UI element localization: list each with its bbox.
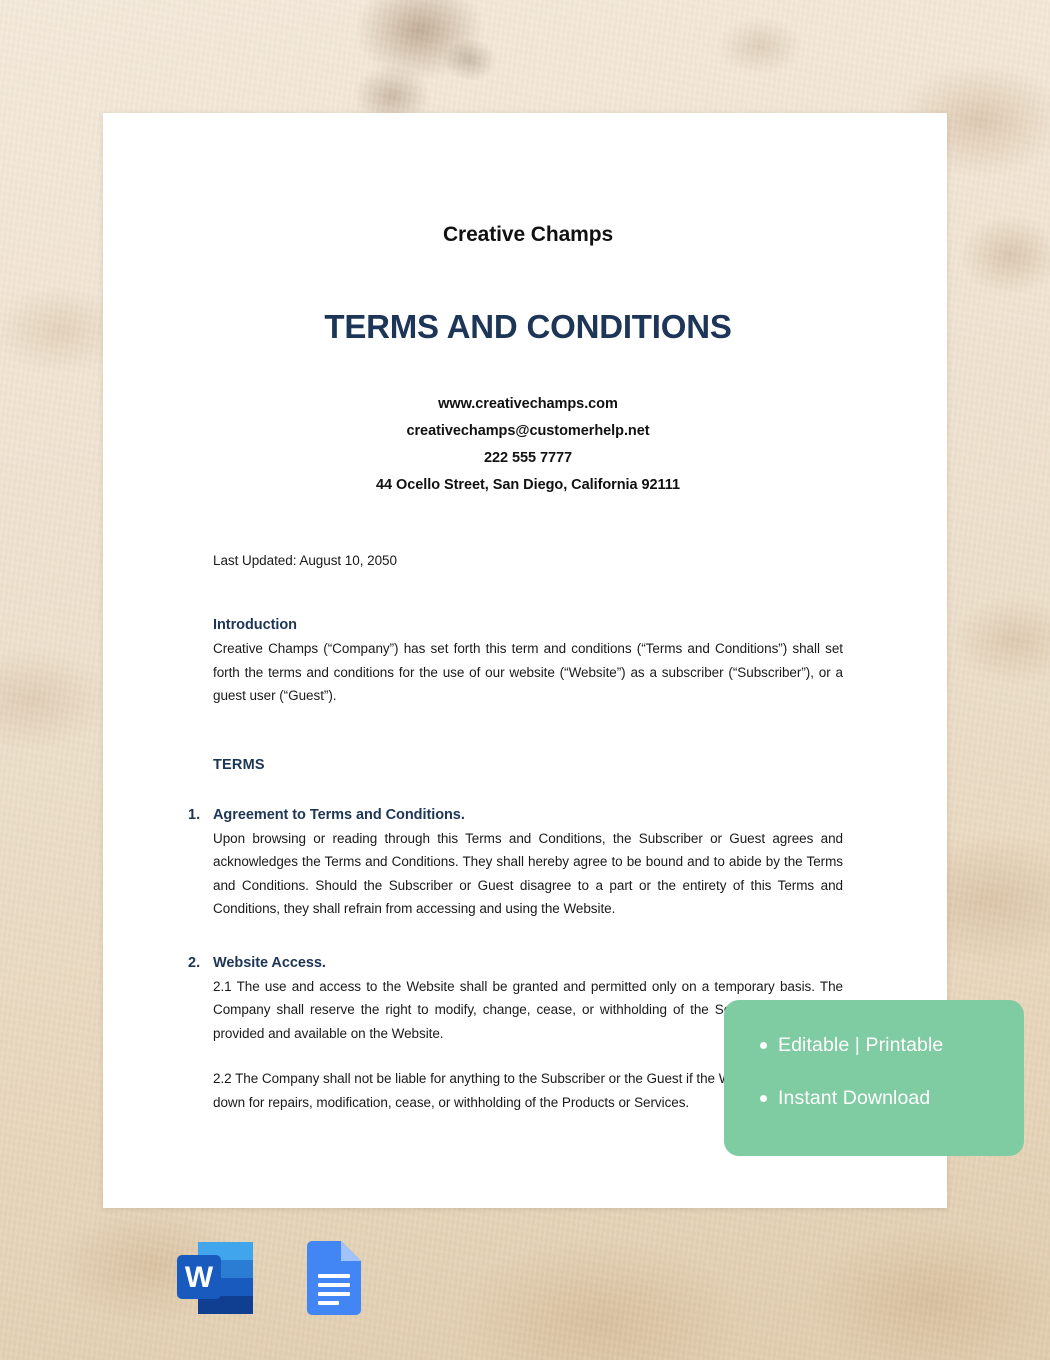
- terms-section-1: 1. Agreement to Terms and Conditions. Up…: [188, 806, 843, 921]
- contact-email: creativechamps@customerhelp.net: [406, 423, 650, 439]
- microsoft-word-icon[interactable]: W: [176, 1241, 254, 1315]
- terms-heading: TERMS: [213, 756, 265, 773]
- promo-item-label: Instant Download: [778, 1087, 931, 1109]
- promo-item-label: Editable | Printable: [778, 1034, 944, 1056]
- section-2-number: 2.: [188, 954, 201, 971]
- promo-item-instant-download: Instant Download: [760, 1087, 1024, 1110]
- file-format-icons: W: [176, 1241, 361, 1315]
- google-docs-icon[interactable]: [307, 1241, 361, 1315]
- introduction-body: Creative Champs (“Company”) has set fort…: [213, 641, 843, 703]
- contact-address: 44 Ocello Street, San Diego, California …: [376, 477, 680, 493]
- contact-block: www.creativechamps.com creativechamps@cu…: [213, 391, 843, 499]
- promo-item-editable-printable: Editable | Printable: [760, 1034, 1024, 1057]
- introduction-heading: Introduction: [213, 617, 297, 633]
- section-2-title: Website Access.: [213, 954, 326, 971]
- bullet-dot-icon: [760, 1095, 767, 1102]
- section-1-number: 1.: [188, 806, 201, 823]
- contact-phone: 222 555 7777: [483, 450, 573, 466]
- svg-text:W: W: [185, 1261, 214, 1294]
- section-1-title: Agreement to Terms and Conditions.: [213, 806, 465, 823]
- bullet-dot-icon: [760, 1042, 767, 1049]
- last-updated-date: Last Updated: August 10, 2050: [213, 553, 397, 568]
- contact-website: www.creativechamps.com: [438, 396, 618, 412]
- document-title: TERMS AND CONDITIONS: [324, 308, 732, 345]
- company-name: Creative Champs: [442, 223, 614, 246]
- promo-badge: Editable | Printable Instant Download: [724, 1000, 1024, 1156]
- section-1-body: Upon browsing or reading through this Te…: [213, 830, 843, 917]
